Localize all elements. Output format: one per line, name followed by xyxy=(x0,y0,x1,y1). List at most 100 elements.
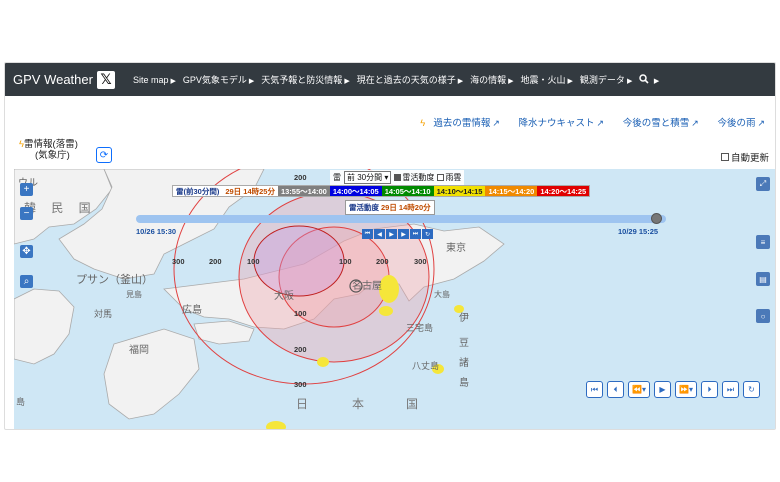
play-icon[interactable]: ▶ xyxy=(386,229,397,239)
nav-weather-now-past[interactable]: 現在と過去の天気の様子 ▶ xyxy=(357,73,463,86)
distance-label: 200 xyxy=(209,257,222,266)
place-label: 広島 xyxy=(182,305,202,316)
nav-site-map[interactable]: Site map ▶ xyxy=(133,75,176,85)
slider-start-time: 10/26 15:30 xyxy=(136,227,177,236)
panel-title: ϟ雷情報(落雷) (気象庁) xyxy=(19,139,78,161)
link-nowcast[interactable]: 降水ナウキャスト ↗ xyxy=(511,118,605,129)
map-view[interactable]: ウル 韓 民 国 プサン（釜山） 見島 広島 対馬 福岡 大阪 名古屋 東京 大… xyxy=(14,169,775,429)
slider-knob[interactable] xyxy=(651,213,662,224)
raincloud-checkbox[interactable] xyxy=(437,174,445,182)
refresh-icon: ⟳ xyxy=(99,149,109,161)
play-button[interactable]: ▶ xyxy=(653,381,671,398)
place-label: 名古屋 xyxy=(352,281,382,292)
activity-toggle[interactable]: 雷活動度 xyxy=(394,172,434,183)
auto-update-checkbox[interactable] xyxy=(720,153,729,161)
nav-search[interactable]: ▶ xyxy=(639,74,659,85)
next-frame-button[interactable]: ⏵ xyxy=(700,381,718,398)
activity-checkbox[interactable] xyxy=(394,174,402,182)
link-snow[interactable]: 今後の雪と積雪 ↗ xyxy=(615,118,699,129)
legend-bin: 14:00〜14:05 xyxy=(329,186,382,196)
circle-icon[interactable]: ○ xyxy=(756,309,770,323)
nav-observation[interactable]: 観測データ ▶ xyxy=(580,73,632,86)
legend-bin: 14:05〜14:10 xyxy=(381,186,434,196)
page-frame: GPV Weather 𝕏 Site map ▶ GPV気象モデル ▶ 天気予報と防… xyxy=(4,62,776,430)
lightning-icon: ϟ xyxy=(420,118,426,129)
legend-bin: 14:20〜14:25 xyxy=(537,186,590,196)
place-label: プサン（釜山） xyxy=(76,274,153,286)
refresh-button[interactable]: ⟳ xyxy=(96,147,112,163)
loop-icon[interactable]: ↻ xyxy=(422,229,433,239)
zoom-out-button[interactable]: − xyxy=(20,207,33,220)
legend-bin: 14:10〜14:15 xyxy=(433,186,486,196)
prev-frame-button[interactable]: ⏴ xyxy=(607,381,624,398)
distance-label: 100 xyxy=(339,257,352,266)
zoom-in-button[interactable]: + xyxy=(20,183,33,196)
place-label: 八丈島 xyxy=(412,361,440,371)
map-icon[interactable]: ▤ xyxy=(756,272,770,286)
nav-forecast[interactable]: 天気予報と防災情報 ▶ xyxy=(261,73,349,86)
auto-update-toggle[interactable]: 自動更新 xyxy=(720,150,769,164)
x-logo-icon[interactable]: 𝕏 xyxy=(96,70,115,89)
prev-icon[interactable]: ◀ xyxy=(374,229,385,239)
nav-gpv-model[interactable]: GPV気象モデル ▶ xyxy=(183,73,254,86)
place-label: 見島 xyxy=(126,290,142,299)
distance-label: 200 xyxy=(294,173,307,182)
layers-icon[interactable]: ≡ xyxy=(756,235,770,249)
place-label: 諸 xyxy=(459,358,469,369)
search-icon[interactable] xyxy=(639,74,649,84)
place-label: 島 xyxy=(16,397,26,407)
distance-label: 300 xyxy=(294,380,307,389)
place-label: 三宅島 xyxy=(406,323,434,333)
last-icon[interactable]: ⏭ xyxy=(410,229,421,239)
place-label: 国 xyxy=(406,397,425,411)
slider-end-time: 10/29 15:25 xyxy=(618,227,659,236)
distance-label: 300 xyxy=(414,257,427,266)
nav-sea[interactable]: 海の情報 ▶ xyxy=(470,73,513,86)
external-link-icon: ↗ xyxy=(757,118,765,128)
external-link-icon: ↗ xyxy=(596,118,605,128)
thunder-label: 雷 xyxy=(333,173,341,182)
legend-bin: 14:15〜14:20 xyxy=(485,186,538,196)
mini-playback: ⏮ ◀ ▶ ▶ ⏭ ↻ xyxy=(362,229,433,239)
distance-label: 100 xyxy=(247,257,260,266)
distance-label: 200 xyxy=(376,257,389,266)
place-label: 大島 xyxy=(434,290,450,299)
brand-name[interactable]: GPV Weather xyxy=(13,72,93,87)
place-label: 韓 民 国 xyxy=(24,201,97,215)
place-label: 島 xyxy=(459,378,469,389)
period-select[interactable]: 前 30分間 ▾ xyxy=(344,171,392,184)
legend-title: 雷(前30分間) xyxy=(173,186,223,196)
place-label: 東京 xyxy=(446,243,466,254)
rewind-button[interactable]: ⏪▾ xyxy=(628,381,650,398)
distance-label: 100 xyxy=(294,309,307,318)
nav-earthquake[interactable]: 地震・火山 ▶ xyxy=(521,73,573,86)
fast-forward-button[interactable]: ⏩▾ xyxy=(674,381,697,398)
time-legend: 雷(前30分間) 29日 14時25分 13:55〜14:00 14:00〜14… xyxy=(172,185,591,197)
last-frame-button[interactable]: ⏭ xyxy=(721,381,739,398)
header-links: ϟ 過去の雷情報 ↗ 降水ナウキャスト ↗ 今後の雪と積雪 ↗ 今後の雨 ↗ xyxy=(404,115,765,129)
place-label: 福岡 xyxy=(129,345,149,356)
locate-icon[interactable]: ✥ xyxy=(20,245,33,258)
thunder-controls: 雷 前 30分間 ▾ 雷活動度 雨雲 xyxy=(330,170,465,185)
brand[interactable]: GPV Weather 𝕏 xyxy=(13,70,115,89)
place-label: 伊 xyxy=(459,313,469,324)
place-label: 本 xyxy=(352,397,371,411)
time-slider[interactable] xyxy=(136,213,666,224)
expand-icon[interactable]: ⤢ xyxy=(756,177,770,191)
next-icon[interactable]: ▶ xyxy=(398,229,409,239)
link-past-thunder[interactable]: ϟ 過去の雷情報 ↗ xyxy=(412,118,500,129)
loop-button[interactable]: ↻ xyxy=(742,381,760,398)
first-frame-button[interactable]: ⏮ xyxy=(586,381,603,398)
link-rain[interactable]: 今後の雨 ↗ xyxy=(709,118,765,129)
legend-bin: 13:55〜14:00 xyxy=(277,186,330,196)
place-label: 日 xyxy=(296,397,315,411)
place-label: 大阪 xyxy=(274,291,294,302)
raincloud-toggle[interactable]: 雨雲 xyxy=(437,172,461,183)
activity-tooltip: 雷活動度 29日 14時20分 xyxy=(345,200,435,215)
first-icon[interactable]: ⏮ xyxy=(362,229,373,239)
place-label: 豆 xyxy=(459,338,469,349)
distance-label: 200 xyxy=(294,345,307,354)
external-link-icon: ↗ xyxy=(691,118,699,128)
search-map-icon[interactable]: ⌕ xyxy=(20,275,33,288)
place-label: 対馬 xyxy=(94,309,113,319)
